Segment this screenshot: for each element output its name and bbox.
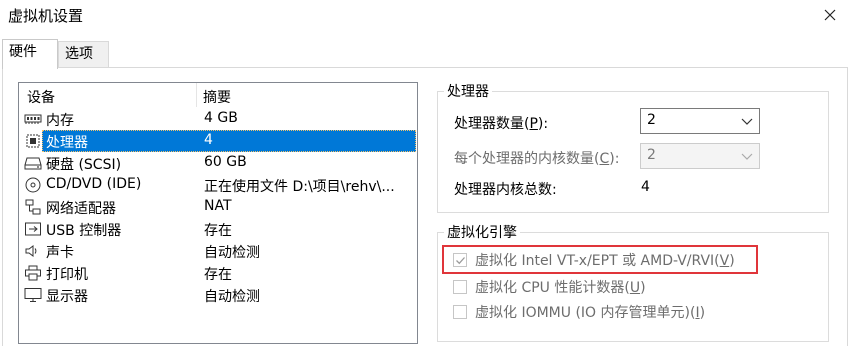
cores-per-cpu-label: 每个处理器的内核数量(C): [454, 151, 620, 167]
vm-settings-window: 虚拟机设置 硬件 选项 设备 摘要 内存 4 GB 处理器 4 硬盘 (SCSI… [0, 0, 849, 346]
device-row-printer[interactable]: 打印机 存在 [20, 262, 416, 284]
device-name: 硬盘 (SCSI) [46, 157, 122, 173]
cpu-count-label: 处理器数量(P): [454, 116, 549, 132]
processor-group: 处理器 处理器数量(P): 2 每个处理器的内核数量(C): 2 处理器内核总数… [437, 81, 829, 213]
device-list-header: 设备 摘要 [19, 83, 417, 107]
cores-per-cpu-select[interactable]: 2 [640, 143, 760, 169]
device-name: 网络适配器 [46, 201, 116, 217]
device-row-cd-dvd[interactable]: CD/DVD (IDE) 正在使用文件 D:\项目\rehv\... [20, 174, 416, 196]
close-icon [824, 9, 836, 21]
tab-hardware[interactable]: 硬件 [2, 39, 58, 69]
chevron-down-icon [741, 153, 753, 160]
cpu-count-value: 2 [647, 112, 656, 128]
device-name: 显示器 [46, 289, 88, 305]
monitor-icon [24, 287, 42, 303]
cores-per-cpu-value: 2 [647, 147, 656, 163]
usb-icon [24, 221, 42, 237]
device-name: 声卡 [46, 245, 74, 261]
iommu-checkbox[interactable] [453, 305, 467, 319]
processor-group-title: 处理器 [444, 81, 492, 101]
device-summary: 自动检测 [204, 245, 260, 261]
device-summary: NAT [204, 198, 232, 214]
device-row-hard-disk[interactable]: 硬盘 (SCSI) 60 GB [20, 152, 416, 174]
title-bar: 虚拟机设置 [0, 0, 849, 32]
cpu-perf-counters-label: 虚拟化 CPU 性能计数器(U) [475, 280, 646, 296]
memory-icon [24, 111, 42, 127]
vtx-ept-checkbox[interactable] [453, 253, 467, 267]
total-cores-value: 4 [641, 179, 650, 195]
device-summary: 正在使用文件 D:\项目\rehv\... [204, 179, 395, 195]
total-cores-label: 处理器内核总数: [454, 182, 557, 198]
vtx-ept-label: 虚拟化 Intel VT-x/EPT 或 AMD-V/RVI(V) [475, 253, 735, 269]
device-name: 内存 [46, 113, 74, 129]
virtualization-group-title: 虚拟化引擎 [444, 222, 520, 242]
processor-icon [24, 133, 42, 149]
tab-options[interactable]: 选项 [58, 41, 109, 67]
device-row-display[interactable]: 显示器 自动检测 [20, 284, 416, 306]
column-separator[interactable] [196, 83, 197, 107]
window-title: 虚拟机设置 [8, 7, 84, 25]
device-row-memory[interactable]: 内存 4 GB [20, 108, 416, 130]
cpu-count-select[interactable]: 2 [640, 108, 760, 134]
device-row-network-adapter[interactable]: 网络适配器 NAT [20, 196, 416, 218]
device-name: USB 控制器 [46, 223, 122, 239]
device-summary: 60 GB [204, 154, 247, 170]
device-list[interactable]: 设备 摘要 内存 4 GB 处理器 4 硬盘 (SCSI) 60 GB CD/D… [18, 82, 418, 344]
device-summary: 自动检测 [204, 289, 260, 305]
chevron-down-icon [741, 118, 753, 125]
printer-icon [24, 265, 42, 281]
device-summary: 4 GB [204, 110, 238, 126]
device-row-usb-controller[interactable]: USB 控制器 存在 [20, 218, 416, 240]
hard-disk-icon [24, 155, 42, 171]
device-row-processor[interactable]: 处理器 4 [20, 130, 416, 152]
device-summary: 4 [204, 132, 213, 148]
speaker-icon [24, 243, 42, 259]
cpu-perf-counters-checkbox[interactable] [453, 280, 467, 294]
column-header-summary[interactable]: 摘要 [203, 87, 231, 107]
close-button[interactable] [817, 2, 843, 28]
network-adapter-icon [24, 199, 42, 215]
cd-dvd-icon [24, 177, 42, 193]
device-summary: 存在 [204, 223, 232, 239]
device-name: CD/DVD (IDE) [46, 176, 142, 192]
column-header-device[interactable]: 设备 [27, 87, 55, 107]
virtualization-engine-group: 虚拟化引擎 虚拟化 Intel VT-x/EPT 或 AMD-V/RVI(V) … [437, 222, 829, 342]
device-name: 处理器 [46, 135, 88, 151]
device-row-sound-card[interactable]: 声卡 自动检测 [20, 240, 416, 262]
checkmark-icon [456, 257, 465, 265]
iommu-label: 虚拟化 IOMMU (IO 内存管理单元)(I) [475, 305, 706, 321]
device-summary: 存在 [204, 267, 232, 283]
device-name: 打印机 [46, 267, 88, 283]
